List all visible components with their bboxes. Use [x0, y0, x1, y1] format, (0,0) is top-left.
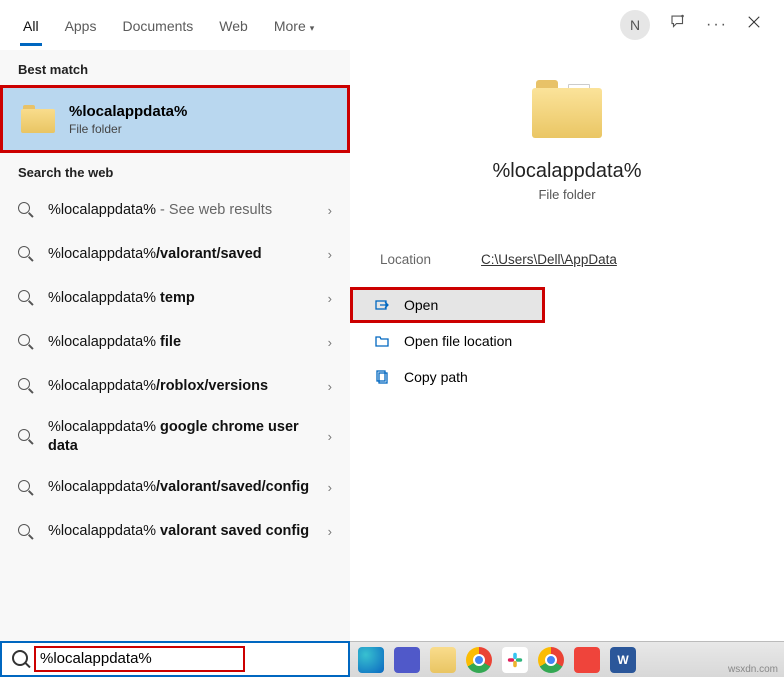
folder-icon-large — [532, 80, 602, 138]
close-icon[interactable] — [744, 15, 764, 34]
preview-title: %localappdata% — [493, 160, 642, 183]
chevron-right-icon: › — [328, 203, 332, 218]
preview-panel: %localappdata% File folder Location C:\U… — [350, 50, 784, 641]
web-result[interactable]: %localappdata% - See web results › — [0, 188, 350, 232]
taskbar: W — [350, 641, 784, 677]
chevron-right-icon: › — [328, 429, 332, 444]
copy-icon — [374, 369, 390, 385]
taskbar-teams-icon[interactable] — [394, 647, 420, 673]
search-input[interactable] — [40, 650, 239, 667]
web-result-text: %localappdata% - See web results — [48, 201, 314, 220]
web-result-text: %localappdata%/valorant/saved — [48, 245, 314, 264]
taskbar-chrome-icon[interactable] — [466, 647, 492, 673]
action-label: Open file location — [404, 333, 512, 349]
taskbar-chrome2-icon[interactable] — [538, 647, 564, 673]
location-link[interactable]: C:\Users\Dell\AppData — [481, 252, 617, 267]
web-result-text: %localappdata% valorant saved config — [48, 522, 314, 541]
action-open[interactable]: Open — [350, 287, 545, 323]
highlight-best-match: %localappdata% File folder — [0, 85, 350, 153]
tab-documents[interactable]: Documents — [109, 4, 206, 46]
best-match-item[interactable]: %localappdata% File folder — [3, 88, 347, 150]
feedback-icon[interactable] — [668, 13, 688, 36]
chevron-right-icon: › — [328, 379, 332, 394]
search-icon — [18, 378, 34, 394]
action-copy-path[interactable]: Copy path — [350, 359, 784, 395]
action-label: Copy path — [404, 369, 468, 385]
open-icon — [374, 297, 390, 313]
tab-apps[interactable]: Apps — [52, 4, 110, 46]
chevron-down-icon: ▾ — [310, 23, 315, 33]
web-result[interactable]: %localappdata%/valorant/saved/config › — [0, 466, 350, 510]
web-result[interactable]: %localappdata%/valorant/saved › — [0, 232, 350, 276]
web-result-text: %localappdata% temp — [48, 289, 314, 308]
user-avatar[interactable]: N — [620, 10, 650, 40]
search-icon — [18, 202, 34, 218]
web-result-text: %localappdata% file — [48, 333, 314, 352]
chevron-right-icon: › — [328, 335, 332, 350]
web-result[interactable]: %localappdata%/roblox/versions › — [0, 364, 350, 408]
search-bar[interactable] — [0, 641, 350, 677]
web-result[interactable]: %localappdata% valorant saved config › — [0, 510, 350, 554]
chevron-right-icon: › — [328, 247, 332, 262]
search-icon — [18, 429, 34, 445]
action-open-file-location[interactable]: Open file location — [350, 323, 784, 359]
web-result[interactable]: %localappdata% file › — [0, 320, 350, 364]
highlight-search-query — [34, 646, 245, 672]
header-tabs: All Apps Documents Web More▾ N ··· — [0, 0, 784, 50]
taskbar-anydesk-icon[interactable] — [574, 647, 600, 673]
search-icon — [12, 650, 30, 668]
tab-web[interactable]: Web — [206, 4, 261, 46]
more-options-icon[interactable]: ··· — [706, 16, 726, 34]
folder-icon — [21, 105, 55, 133]
chevron-right-icon: › — [328, 291, 332, 306]
best-match-label: Best match — [0, 50, 350, 85]
search-icon — [18, 246, 34, 262]
web-result[interactable]: %localappdata% google chrome user data › — [0, 408, 350, 466]
search-icon — [18, 480, 34, 496]
taskbar-edge-icon[interactable] — [358, 647, 384, 673]
watermark: wsxdn.com — [728, 664, 778, 675]
search-icon — [18, 524, 34, 540]
chevron-right-icon: › — [328, 480, 332, 495]
best-match-title: %localappdata% — [69, 103, 187, 120]
search-web-label: Search the web — [0, 153, 350, 188]
location-label: Location — [380, 252, 431, 267]
web-result[interactable]: %localappdata% temp › — [0, 276, 350, 320]
search-icon — [18, 334, 34, 350]
search-icon — [18, 290, 34, 306]
preview-subtitle: File folder — [538, 187, 595, 202]
action-label: Open — [404, 297, 438, 313]
folder-icon — [374, 333, 390, 349]
tab-all[interactable]: All — [10, 4, 52, 46]
chevron-right-icon: › — [328, 524, 332, 539]
taskbar-slack-icon[interactable] — [502, 647, 528, 673]
web-result-text: %localappdata%/valorant/saved/config — [48, 478, 314, 497]
web-result-text: %localappdata% google chrome user data — [48, 418, 314, 456]
results-panel: Best match %localappdata% File folder Se… — [0, 50, 350, 641]
taskbar-word-icon[interactable]: W — [610, 647, 636, 673]
tab-more[interactable]: More▾ — [261, 4, 327, 46]
taskbar-explorer-icon[interactable] — [430, 647, 456, 673]
best-match-subtitle: File folder — [69, 122, 187, 136]
web-result-text: %localappdata%/roblox/versions — [48, 377, 314, 396]
